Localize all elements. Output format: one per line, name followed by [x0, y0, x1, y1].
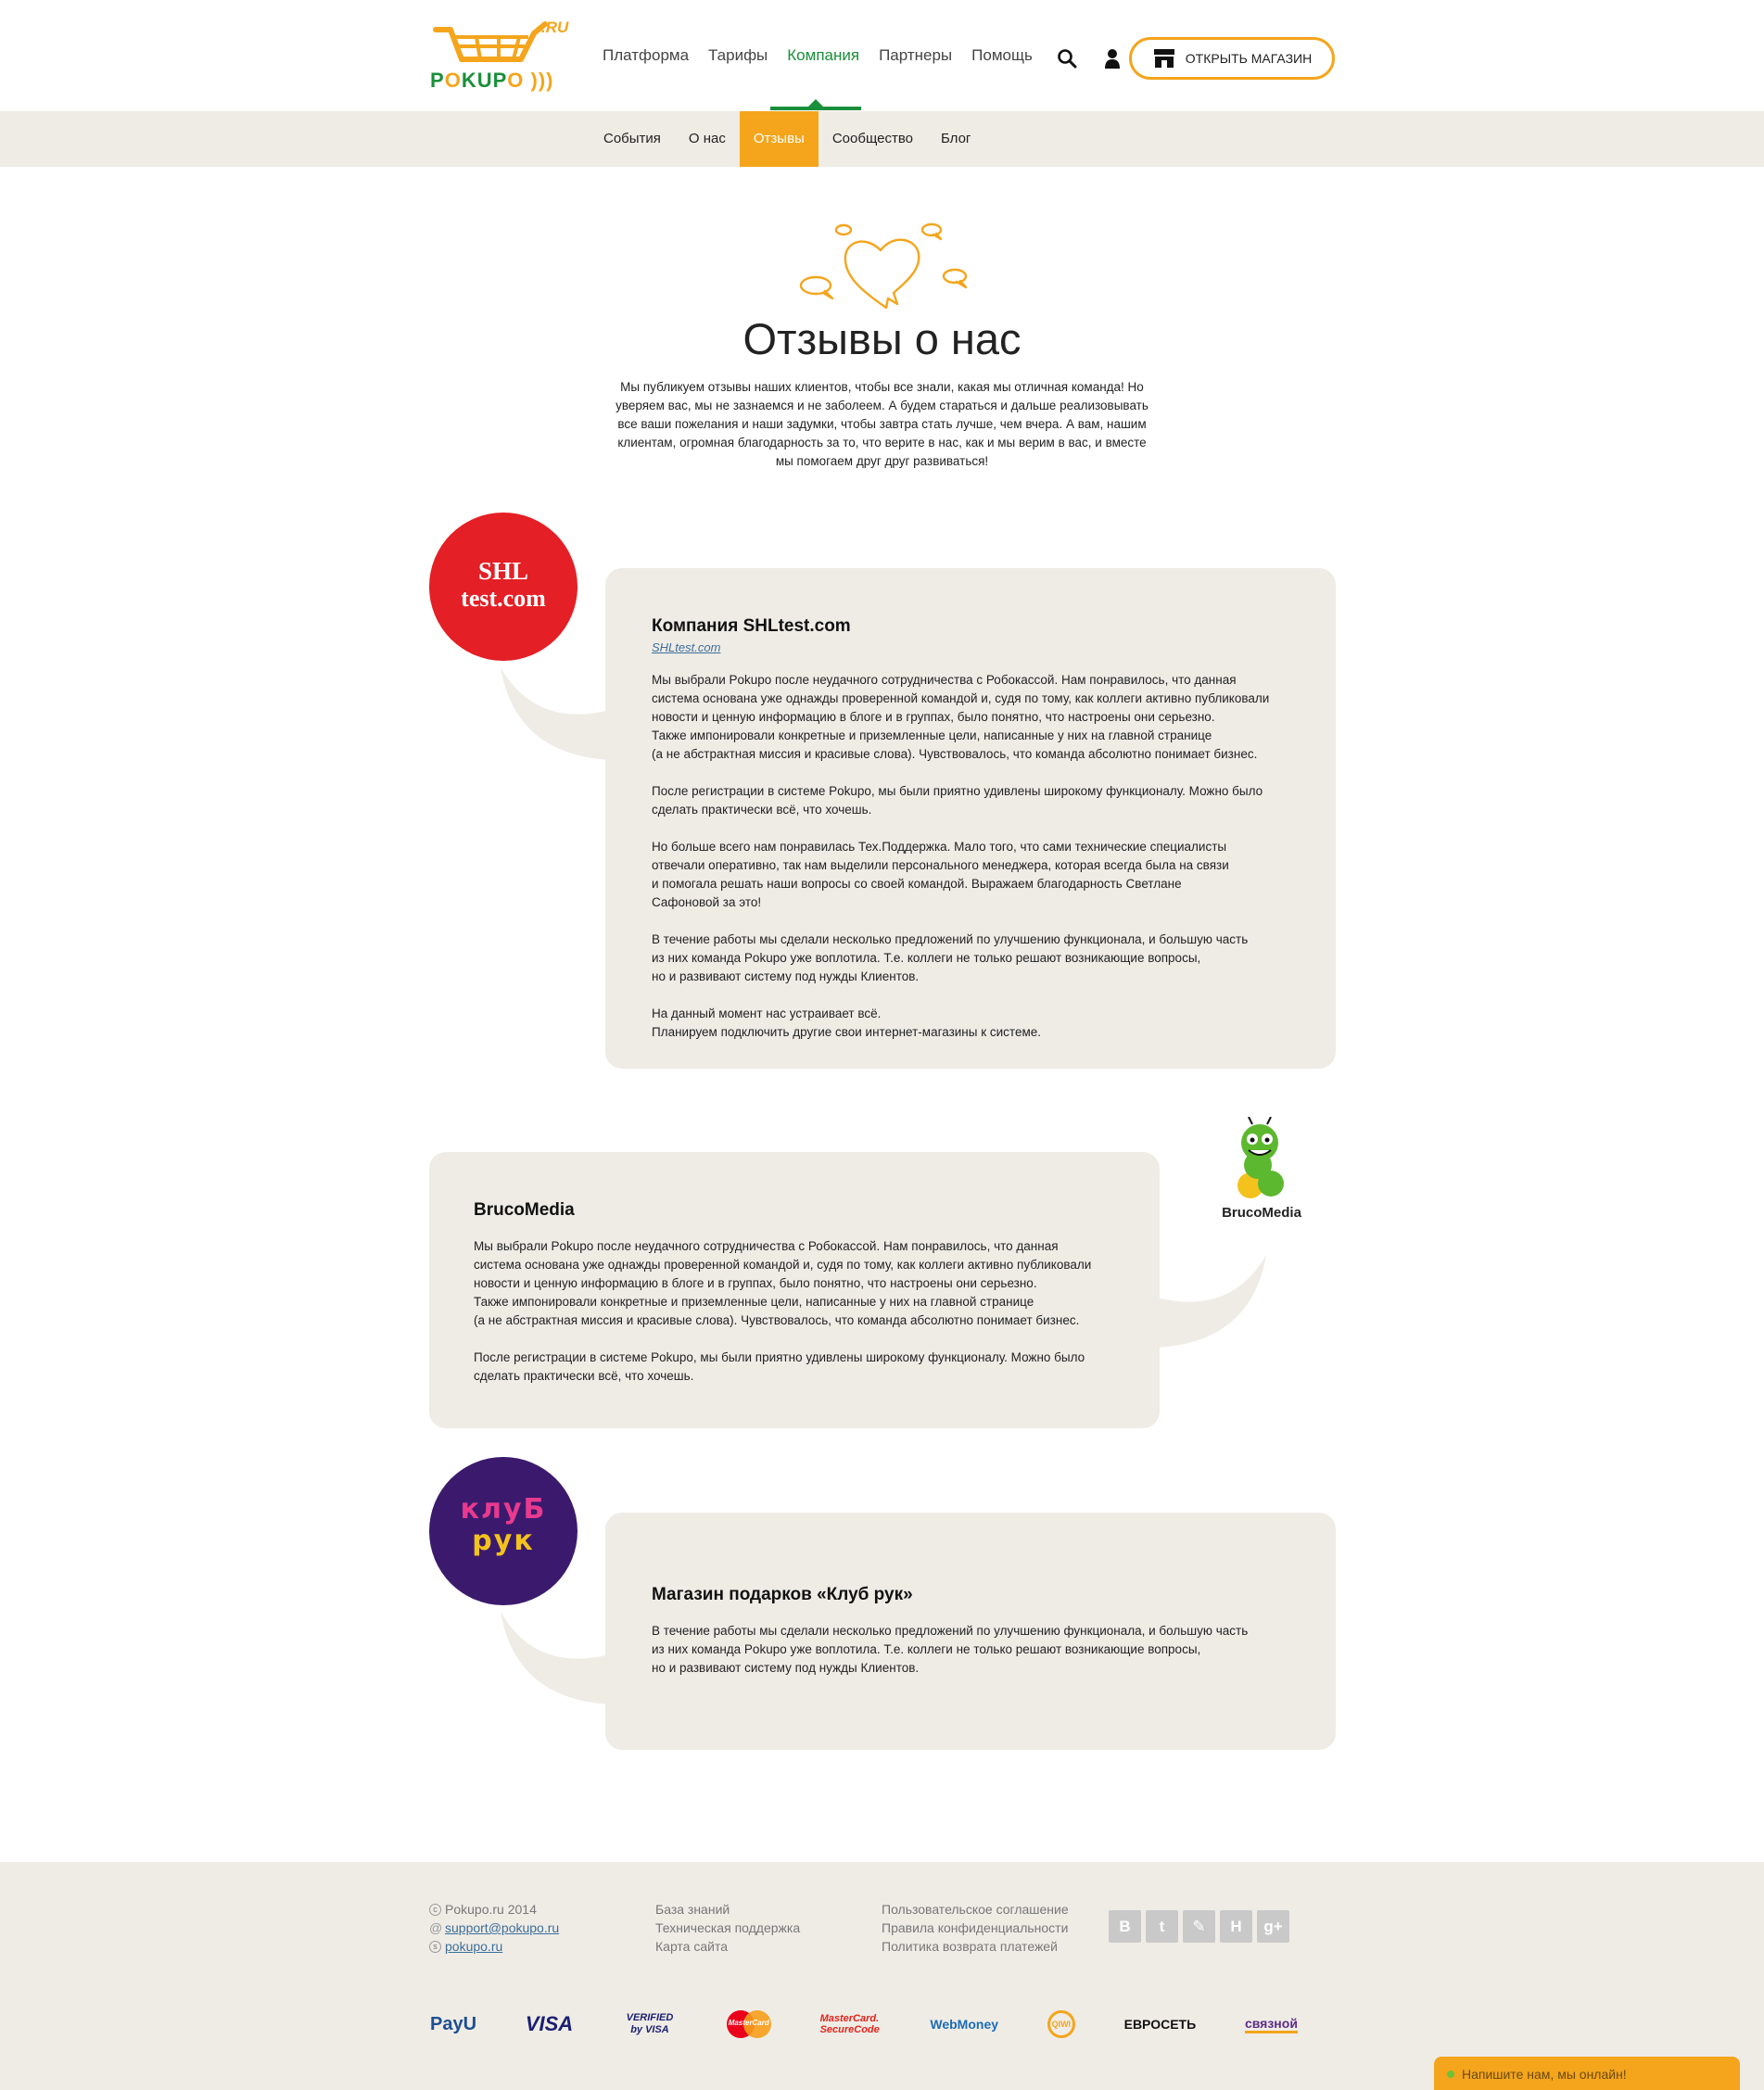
klub-ruk-avatar: клуБ рук [429, 1457, 577, 1605]
footer-email-link[interactable]: support@pokupo.ru [445, 1919, 559, 1937]
nav-help[interactable]: Помощь [971, 46, 1033, 65]
copyright-icon: c [429, 1903, 441, 1916]
subnav-blog[interactable]: Блог [927, 111, 984, 167]
footer-copyright: Pokupo.ru 2014 [445, 1902, 537, 1917]
review-text: Мы выбрали Pokupo после неудачного сотру… [474, 1239, 1092, 1383]
subnav-about[interactable]: О нас [675, 111, 740, 167]
online-status-icon [1447, 2071, 1454, 2078]
shltest-avatar: SHL test.com [429, 513, 577, 661]
online-chat-button[interactable]: Напишите нам, мы онлайн! [1434, 2057, 1740, 2090]
social-links: В t ✎ Н g+ [1109, 1910, 1289, 1943]
footer-sitemap[interactable]: Карта сайта [655, 1937, 800, 1956]
habrahabr-icon[interactable]: Н [1220, 1910, 1252, 1943]
review-card: BrucoMedia Мы выбрали Pokupo после неуда… [429, 1152, 1160, 1428]
speech-tail [501, 667, 610, 760]
review-company: Компания SHLtest.com [652, 616, 851, 636]
vk-icon[interactable]: В [1109, 1910, 1141, 1943]
review-company-link[interactable]: SHLtest.com [652, 640, 1289, 654]
logo-wordmark: POKUPO ))) [430, 69, 554, 92]
nav-tariffs[interactable]: Тарифы [708, 46, 768, 65]
caterpillar-icon [1237, 1116, 1284, 1198]
euroset-logo: ЕВРОСЕТЬ [1123, 2017, 1197, 2032]
footer-refund-policy[interactable]: Политика возврата платежей [882, 1937, 1069, 1956]
footer-support[interactable]: Техническая поддержка [655, 1919, 800, 1937]
svyaznoy-logo: связной [1244, 2016, 1298, 2033]
review-card: Компания SHLtest.com SHLtest.com Мы выбр… [605, 568, 1336, 1069]
review-text: В течение работы мы сделали несколько пр… [652, 1624, 1249, 1675]
review-company: BrucoMedia [474, 1200, 575, 1220]
review-text: Мы выбрали Pokupo после неудачного сотру… [652, 673, 1270, 1039]
twitter-icon[interactable]: t [1146, 1910, 1178, 1943]
qiwi-logo: QIWI [1047, 2010, 1075, 2038]
email-icon: @ [429, 1919, 443, 1935]
nav-active-caret [808, 99, 823, 107]
livejournal-icon[interactable]: ✎ [1183, 1910, 1215, 1943]
skype-icon: s [429, 1940, 441, 1953]
mastercard-logo: MasterCard [726, 2010, 771, 2038]
footer-links-col2: База знаний Техническая поддержка Карта … [655, 1900, 800, 1956]
subnav-reviews[interactable]: Отзывы [739, 111, 819, 167]
review-card: Магазин подарков «Клуб рук» В течение ра… [605, 1513, 1336, 1750]
user-icon[interactable] [1103, 48, 1122, 69]
site-header: .RU POKUPO ))) Платформа Тарифы Компания… [0, 0, 1764, 111]
brucomedia-caption: BrucoMedia [1222, 1205, 1301, 1221]
speech-tail [1157, 1255, 1266, 1348]
footer-contacts: c Pokupo.ru 2014 @ support@pokupo.ru s p… [429, 1900, 559, 1956]
nav-active-indicator [770, 107, 861, 110]
footer-privacy[interactable]: Правила конфиденциальности [882, 1919, 1069, 1937]
nav-company[interactable]: Компания [787, 46, 859, 65]
open-shop-button[interactable]: ОТКРЫТЬ МАГАЗИН [1129, 37, 1335, 80]
brucomedia-avatar: BrucoMedia [1187, 1106, 1336, 1254]
footer-user-agreement[interactable]: Пользовательское соглашение [882, 1900, 1069, 1919]
pokupo-logo[interactable]: .RU POKUPO ))) [430, 17, 569, 96]
main-nav: Платформа Тарифы Компания Партнеры Помощ… [603, 46, 1052, 65]
search-icon[interactable] [1057, 48, 1077, 69]
footer-knowledge-base[interactable]: База знаний [655, 1900, 800, 1919]
mastercard-securecode-logo: MasterCard. SecureCode [819, 2013, 880, 2035]
subnav-community[interactable]: Сообщество [819, 111, 927, 167]
visa-logo: VISA [525, 2012, 574, 2035]
logo-ru: .RU [541, 19, 569, 36]
nav-partners[interactable]: Партнеры [879, 46, 952, 65]
sub-navigation: События О нас Отзывы Сообщество Блог [0, 111, 1764, 167]
footer-links-col3: Пользовательское соглашение Правила конф… [882, 1900, 1069, 1956]
verified-by-visa-logo: VERIFIED by VISA [626, 2012, 674, 2035]
shop-icon [1153, 49, 1174, 68]
webmoney-logo: WebMoney [930, 2017, 999, 2032]
subnav-events[interactable]: События [590, 111, 675, 167]
speech-tail [501, 1612, 610, 1704]
footer-skype-link[interactable]: pokupo.ru [445, 1937, 502, 1956]
cart-logo-icon [433, 21, 548, 62]
heart-bubbles-icon [799, 222, 968, 310]
page-title: Отзывы о нас [742, 314, 1022, 363]
payment-logos: PayU VISA VERIFIED by VISA MasterCard Ma… [430, 2000, 1298, 2048]
nav-platform[interactable]: Платформа [603, 46, 689, 65]
payu-logo: PayU [430, 2013, 477, 2034]
review-company: Магазин подарков «Клуб рук» [652, 1585, 913, 1604]
open-shop-label: ОТКРЫТЬ МАГАЗИН [1185, 51, 1313, 66]
google-plus-icon[interactable]: g+ [1257, 1910, 1289, 1943]
chat-label: Напишите нам, мы онлайн! [1462, 2067, 1627, 2082]
intro-text: Мы публикуем отзывы наших клиентов, чтоб… [615, 380, 1149, 468]
